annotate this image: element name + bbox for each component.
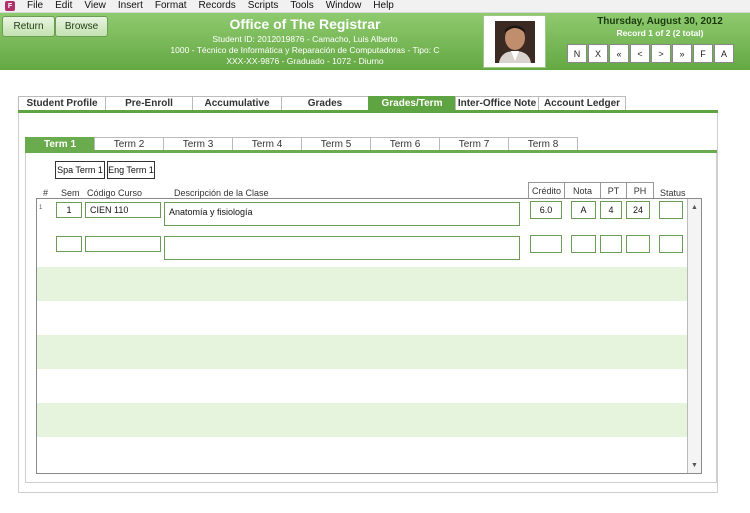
- tab-grades-term[interactable]: Grades/Term: [368, 96, 456, 111]
- term-tabs: Term 1 Term 2 Term 3 Term 4 Term 5 Term …: [25, 137, 578, 151]
- column-credit: Crédito: [529, 183, 565, 198]
- grade-field[interactable]: [571, 235, 596, 253]
- tab-account-ledger[interactable]: Account Ledger: [538, 96, 626, 111]
- record-counter: Record 1 of 2 (2 total): [616, 28, 704, 38]
- column-pt: PT: [601, 183, 627, 198]
- last-record-button[interactable]: »: [672, 44, 692, 63]
- class-description-field[interactable]: [164, 236, 520, 260]
- column-code: Código Curso: [87, 188, 143, 198]
- all-records-button[interactable]: A: [714, 44, 734, 63]
- grade-field[interactable]: A: [571, 201, 596, 219]
- table-row: [37, 335, 687, 369]
- app-icon: F: [5, 1, 15, 11]
- tab-term-6[interactable]: Term 6: [370, 137, 440, 151]
- return-button[interactable]: Return: [2, 16, 55, 37]
- menu-edit[interactable]: Edit: [49, 0, 78, 12]
- current-date: Thursday, August 30, 2012: [597, 16, 723, 27]
- table-row: [37, 267, 687, 301]
- tab-grades[interactable]: Grades: [281, 96, 369, 111]
- menu-bar: F File Edit View Insert Format Records S…: [0, 0, 750, 13]
- english-term-button[interactable]: Eng Term 1: [107, 161, 155, 179]
- grade-column-header-box: Crédito Nota PT PH: [528, 182, 654, 199]
- tab-inter-office-note[interactable]: Inter-Office Note: [455, 96, 539, 111]
- column-num: #: [43, 188, 49, 198]
- class-description-field[interactable]: Anatomía y fisiología: [164, 202, 520, 226]
- course-code-field[interactable]: [85, 236, 161, 252]
- row-number: 1: [39, 205, 43, 211]
- previous-record-button[interactable]: <: [630, 44, 650, 63]
- tab-pre-enroll[interactable]: Pre-Enroll: [105, 96, 193, 111]
- student-photo: [483, 15, 546, 68]
- tab-student-profile[interactable]: Student Profile: [18, 96, 106, 111]
- menu-scripts[interactable]: Scripts: [242, 0, 285, 12]
- student-avatar-icon: [494, 20, 535, 63]
- table-row: [37, 369, 687, 403]
- menu-window[interactable]: Window: [320, 0, 368, 12]
- next-record-button[interactable]: >: [651, 44, 671, 63]
- new-record-button[interactable]: N: [567, 44, 587, 63]
- sem-field[interactable]: 1: [56, 202, 82, 218]
- tab-term-4[interactable]: Term 4: [232, 137, 302, 151]
- menu-records[interactable]: Records: [193, 0, 242, 12]
- record-navigation: N X « < > » F A: [567, 44, 734, 63]
- scroll-up-icon[interactable]: ▲: [688, 201, 701, 213]
- page-title: Office of The Registrar: [229, 16, 381, 32]
- course-code-field[interactable]: CIEN 110: [85, 202, 161, 218]
- status-line: XXX-XX-9876 - Graduado - 1072 - Diurno: [226, 56, 384, 66]
- menu-help[interactable]: Help: [367, 0, 400, 12]
- tab-term-7[interactable]: Term 7: [439, 137, 509, 151]
- program-line: 1000 - Técnico de Informática y Reparaci…: [170, 45, 440, 55]
- portal-scrollbar[interactable]: ▲ ▼: [687, 199, 701, 473]
- scroll-down-icon[interactable]: ▼: [688, 459, 701, 471]
- column-status: Status: [660, 188, 686, 198]
- column-description: Descripción de la Clase: [174, 188, 269, 198]
- credit-field[interactable]: 6.0: [530, 201, 562, 219]
- first-record-button[interactable]: «: [609, 44, 629, 63]
- tab-term-1[interactable]: Term 1: [25, 137, 95, 151]
- tab-term-8[interactable]: Term 8: [508, 137, 578, 151]
- pt-field[interactable]: [600, 235, 622, 253]
- student-id-line: Student ID: 2012019876 - Camacho, Luis A…: [212, 34, 398, 44]
- menu-tools[interactable]: Tools: [284, 0, 319, 12]
- find-button[interactable]: F: [693, 44, 713, 63]
- column-ph: PH: [633, 185, 647, 196]
- ph-field[interactable]: [626, 235, 650, 253]
- table-row: [37, 403, 687, 437]
- pt-field[interactable]: 4: [600, 201, 622, 219]
- table-row: [37, 301, 687, 335]
- tab-term-3[interactable]: Term 3: [163, 137, 233, 151]
- main-tabs: Student Profile Pre-Enroll Accumulative …: [18, 96, 626, 111]
- column-sem: Sem: [61, 188, 80, 198]
- menu-file[interactable]: File: [21, 0, 49, 12]
- browse-button[interactable]: Browse: [55, 16, 108, 37]
- registrar-header: Return Browse Office of The Registrar St…: [0, 13, 750, 70]
- delete-record-button[interactable]: X: [588, 44, 608, 63]
- ph-field[interactable]: 24: [626, 201, 650, 219]
- tab-term-5[interactable]: Term 5: [301, 137, 371, 151]
- tab-accumulative[interactable]: Accumulative: [192, 96, 282, 111]
- column-grade: Nota: [565, 183, 601, 198]
- menu-format[interactable]: Format: [149, 0, 193, 12]
- menu-insert[interactable]: Insert: [112, 0, 149, 12]
- sem-field[interactable]: [56, 236, 82, 252]
- status-field[interactable]: [659, 235, 683, 253]
- menu-view[interactable]: View: [78, 0, 112, 12]
- credit-field[interactable]: [530, 235, 562, 253]
- table-row: [37, 437, 687, 471]
- tab-term-2[interactable]: Term 2: [94, 137, 164, 151]
- spanish-term-button[interactable]: Spa Term 1: [55, 161, 105, 179]
- status-field[interactable]: [659, 201, 683, 219]
